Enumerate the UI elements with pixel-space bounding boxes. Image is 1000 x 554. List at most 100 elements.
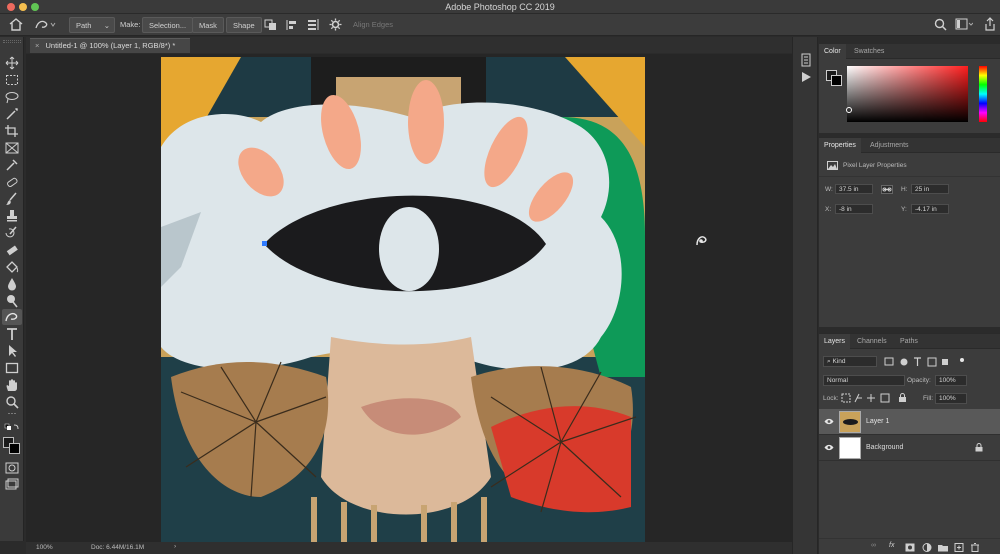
path-arrangement-icon[interactable]: [306, 18, 320, 31]
width-field[interactable]: 37.5 in: [835, 184, 873, 194]
layer-filter-select[interactable]: ⌕ Kind: [823, 356, 877, 367]
layer-filter-value: Kind: [832, 358, 846, 365]
magic-wand-tool-icon[interactable]: [4, 107, 20, 121]
layer-name[interactable]: Layer 1: [866, 418, 889, 425]
path-selection-tool-icon[interactable]: [4, 344, 20, 358]
freeform-pen-cursor-icon: [696, 236, 707, 246]
tab-swatches[interactable]: Swatches: [849, 44, 889, 59]
options-bar: Path ⌄ Make: Selection... Mask Shape Ali…: [0, 14, 1000, 36]
lock-options-icons[interactable]: [841, 393, 909, 403]
width-label: W:: [825, 186, 833, 193]
zoom-level[interactable]: 100%: [36, 544, 53, 551]
tab-adjustments[interactable]: Adjustments: [865, 138, 914, 153]
visibility-eye-icon[interactable]: [824, 444, 834, 451]
app-title: Adobe Photoshop CC 2019: [445, 2, 555, 12]
marquee-tool-icon[interactable]: [4, 73, 20, 87]
more-tools-icon[interactable]: ···: [4, 409, 20, 418]
properties-kind-label: Pixel Layer Properties: [843, 162, 907, 169]
history-brush-tool-icon[interactable]: [4, 226, 20, 240]
path-operations-icon[interactable]: [264, 19, 277, 31]
lock-icon: [975, 443, 983, 452]
move-tool-icon[interactable]: [4, 56, 20, 70]
history-panel-icon[interactable]: [799, 53, 813, 67]
path-anchor-point[interactable]: [262, 241, 267, 246]
share-icon[interactable]: [984, 17, 996, 31]
layer-style-fx-button[interactable]: fx: [889, 542, 894, 549]
link-layers-icon[interactable]: ∞: [871, 542, 876, 549]
y-label: Y:: [901, 206, 907, 213]
background-color-swatch[interactable]: [9, 443, 20, 454]
screen-mode-icon[interactable]: [4, 478, 20, 492]
workspace-icon[interactable]: [955, 18, 973, 31]
rectangle-tool-icon[interactable]: [4, 361, 20, 375]
quick-mask-icon[interactable]: [4, 461, 20, 475]
tool-mode-value: Path: [76, 21, 92, 30]
link-dimensions-icon[interactable]: [881, 185, 893, 194]
color-picker-handle[interactable]: [846, 107, 852, 113]
close-tab-icon[interactable]: ×: [35, 41, 39, 50]
blend-mode-value: Normal: [827, 377, 848, 384]
x-field[interactable]: -8 in: [835, 204, 873, 214]
eraser-tool-icon[interactable]: [4, 243, 20, 257]
path-alignment-icon[interactable]: [285, 19, 298, 31]
collapsed-panel-strip: [792, 37, 818, 554]
frame-tool-icon[interactable]: [4, 141, 20, 155]
make-label: Make:: [120, 20, 141, 29]
height-label: H:: [901, 186, 908, 193]
eyedropper-tool-icon[interactable]: [4, 158, 20, 172]
title-bar: Adobe Photoshop CC 2019: [0, 0, 1000, 14]
freeform-pen-tool-icon[interactable]: [34, 18, 56, 31]
search-icon[interactable]: [934, 18, 947, 31]
layer-footer-icons[interactable]: [905, 543, 987, 552]
default-colors-icon[interactable]: [4, 423, 20, 437]
opacity-label: Opacity:: [907, 377, 931, 384]
color-panel-background-swatch[interactable]: [831, 75, 842, 86]
make-shape-button[interactable]: Shape: [226, 17, 262, 33]
zoom-tool-icon[interactable]: [4, 395, 20, 409]
tab-color[interactable]: Color: [819, 44, 846, 59]
blend-mode-select[interactable]: Normal: [823, 375, 905, 386]
tab-properties[interactable]: Properties: [819, 138, 861, 153]
paint-bucket-tool-icon[interactable]: [4, 260, 20, 274]
make-mask-button[interactable]: Mask: [192, 17, 224, 33]
dodge-tool-icon[interactable]: [4, 294, 20, 308]
healing-brush-tool-icon[interactable]: [4, 175, 20, 189]
height-field[interactable]: 25 in: [911, 184, 949, 194]
hand-tool-icon[interactable]: [4, 378, 20, 392]
properties-panel: Properties Adjustments Pixel Layer Prope…: [819, 137, 1000, 327]
color-saturation-field[interactable]: [847, 66, 968, 122]
layer-filter-icons[interactable]: [884, 357, 964, 367]
status-bar: 100% Doc: 6.44M/16.1M ›: [26, 542, 792, 554]
lasso-tool-icon[interactable]: [4, 90, 20, 104]
tab-channels[interactable]: Channels: [852, 334, 892, 349]
layer-name[interactable]: Background: [866, 444, 903, 451]
blur-tool-icon[interactable]: [4, 277, 20, 291]
clone-stamp-tool-icon[interactable]: [4, 209, 20, 223]
canvas-area[interactable]: [26, 54, 792, 542]
crop-tool-icon[interactable]: [4, 124, 20, 138]
document-image[interactable]: [161, 57, 645, 542]
y-field[interactable]: -4.17 in: [911, 204, 949, 214]
layers-footer: ∞ fx: [819, 538, 1000, 554]
tab-paths[interactable]: Paths: [895, 334, 923, 349]
type-tool-icon[interactable]: [4, 327, 20, 341]
status-menu-chevron-icon[interactable]: ›: [174, 543, 176, 550]
toolbar-grip[interactable]: [3, 40, 21, 43]
actions-play-icon[interactable]: [800, 71, 812, 83]
brush-tool-icon[interactable]: [4, 192, 20, 206]
make-selection-button[interactable]: Selection...: [142, 17, 194, 33]
gear-icon[interactable]: [329, 18, 342, 31]
document-tab[interactable]: × Untitled-1 @ 100% (Layer 1, RGB/8*) *: [30, 38, 190, 53]
home-icon[interactable]: [9, 18, 23, 31]
hue-slider[interactable]: [979, 66, 987, 122]
freeform-pen-tool-selected-icon[interactable]: [4, 310, 20, 324]
layer-thumbnail: [839, 437, 861, 459]
layer-row[interactable]: Layer 1: [819, 409, 1000, 435]
fill-field[interactable]: 100%: [935, 393, 967, 404]
layer-row[interactable]: Background: [819, 435, 1000, 461]
visibility-eye-icon[interactable]: [824, 418, 834, 425]
align-edges-checkbox-label[interactable]: Align Edges: [353, 17, 393, 33]
tool-mode-select[interactable]: Path ⌄: [69, 17, 115, 33]
opacity-field[interactable]: 100%: [935, 375, 967, 386]
tab-layers[interactable]: Layers: [819, 334, 851, 349]
